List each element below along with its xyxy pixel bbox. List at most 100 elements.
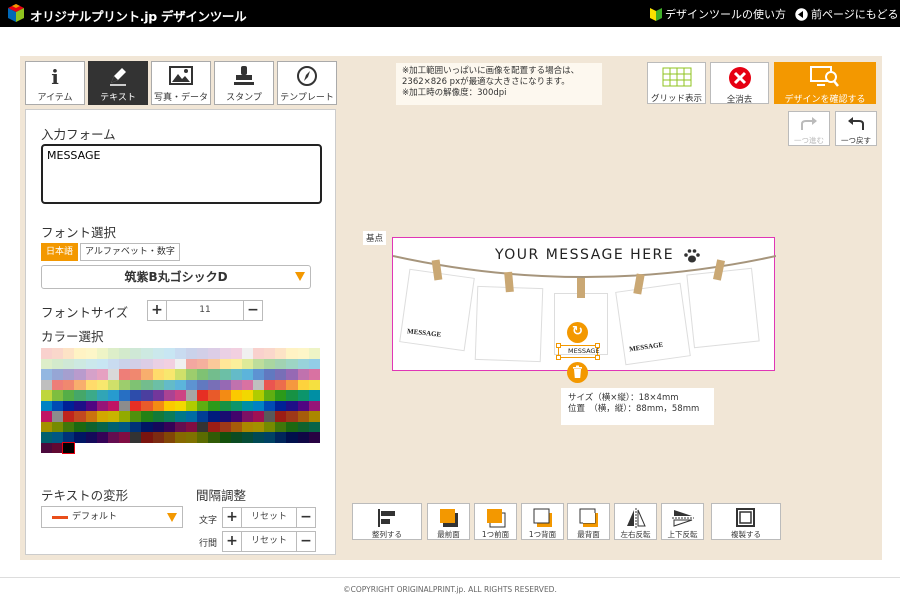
- color-swatch[interactable]: [63, 390, 75, 401]
- grid-toggle-button[interactable]: グリッド表示: [647, 62, 706, 104]
- color-swatch[interactable]: [107, 369, 120, 380]
- color-swatch[interactable]: [130, 411, 142, 422]
- color-swatch[interactable]: [152, 379, 164, 390]
- color-swatch[interactable]: [241, 432, 253, 443]
- color-swatch[interactable]: [208, 379, 220, 390]
- resize-handle[interactable]: [556, 343, 561, 348]
- color-swatch[interactable]: [41, 390, 53, 401]
- color-swatch[interactable]: [163, 421, 175, 432]
- color-swatch[interactable]: [197, 411, 209, 422]
- color-swatch[interactable]: [264, 348, 276, 359]
- color-swatch[interactable]: [130, 369, 142, 380]
- color-swatch[interactable]: [186, 400, 198, 411]
- flip-horizontal-button[interactable]: 左右反転: [614, 503, 657, 540]
- font-size-value[interactable]: 11: [167, 300, 243, 321]
- color-swatch[interactable]: [141, 390, 153, 401]
- color-swatch[interactable]: [219, 411, 231, 422]
- color-swatch[interactable]: [96, 400, 108, 411]
- color-swatch[interactable]: [96, 390, 108, 401]
- color-swatch[interactable]: [252, 421, 265, 432]
- color-swatch[interactable]: [230, 400, 242, 411]
- tab-stamp[interactable]: スタンプ: [214, 61, 274, 105]
- color-swatch[interactable]: [119, 348, 131, 359]
- color-swatch[interactable]: [286, 411, 298, 422]
- color-swatch[interactable]: [297, 390, 309, 401]
- color-swatch[interactable]: [219, 421, 231, 432]
- color-swatch[interactable]: [252, 390, 265, 401]
- color-swatch[interactable]: [308, 379, 320, 390]
- font-size-decrease-button[interactable]: −: [243, 300, 263, 321]
- color-swatch[interactable]: [130, 390, 142, 401]
- tab-photo-data[interactable]: 写真・データ: [151, 61, 211, 105]
- color-swatch[interactable]: [286, 432, 298, 443]
- color-swatch[interactable]: [96, 421, 108, 432]
- color-swatch[interactable]: [252, 369, 265, 380]
- color-swatch[interactable]: [264, 411, 276, 422]
- color-swatch[interactable]: [208, 432, 220, 443]
- color-swatch[interactable]: [107, 348, 120, 359]
- color-swatch[interactable]: [85, 390, 97, 401]
- color-swatch[interactable]: [52, 348, 64, 359]
- color-swatch[interactable]: [197, 432, 209, 443]
- color-swatch[interactable]: [52, 369, 64, 380]
- color-swatch[interactable]: [163, 432, 175, 443]
- color-swatch[interactable]: [152, 411, 164, 422]
- color-swatch[interactable]: [230, 379, 242, 390]
- color-swatch[interactable]: [308, 390, 320, 401]
- color-swatch[interactable]: [52, 379, 64, 390]
- color-swatch[interactable]: [230, 421, 242, 432]
- color-swatch[interactable]: [119, 400, 131, 411]
- color-swatch[interactable]: [297, 348, 309, 359]
- color-swatch[interactable]: [74, 379, 86, 390]
- color-swatch[interactable]: [119, 421, 131, 432]
- tab-item[interactable]: i アイテム: [25, 61, 85, 105]
- color-swatch[interactable]: [174, 379, 187, 390]
- color-swatch[interactable]: [41, 358, 53, 369]
- color-swatch[interactable]: [85, 379, 97, 390]
- align-button[interactable]: 整列する: [352, 503, 422, 540]
- color-swatch[interactable]: [186, 421, 198, 432]
- color-swatch[interactable]: [130, 400, 142, 411]
- color-swatch[interactable]: [63, 411, 75, 422]
- color-swatch[interactable]: [297, 432, 309, 443]
- color-swatch[interactable]: [286, 379, 298, 390]
- delete-handle[interactable]: [567, 362, 588, 383]
- char-spacing-increase-button[interactable]: +: [222, 507, 242, 528]
- color-palette[interactable]: [41, 348, 320, 474]
- color-swatch[interactable]: [286, 421, 298, 432]
- color-swatch[interactable]: [41, 432, 53, 443]
- color-swatch[interactable]: [52, 421, 64, 432]
- color-swatch[interactable]: [197, 348, 209, 359]
- color-swatch[interactable]: [264, 369, 276, 380]
- color-swatch[interactable]: [219, 400, 231, 411]
- resize-handle[interactable]: [556, 355, 561, 360]
- color-swatch[interactable]: [230, 390, 242, 401]
- brand-title[interactable]: オリジナルプリント.jp デザインツール: [30, 6, 247, 25]
- text-input[interactable]: [41, 144, 322, 204]
- color-swatch[interactable]: [74, 348, 86, 359]
- color-swatch[interactable]: [107, 379, 120, 390]
- color-swatch[interactable]: [186, 390, 198, 401]
- color-swatch[interactable]: [52, 411, 64, 422]
- resize-handle[interactable]: [595, 343, 600, 348]
- color-swatch[interactable]: [141, 421, 153, 432]
- color-swatch[interactable]: [174, 348, 187, 359]
- color-swatch[interactable]: [107, 390, 120, 401]
- color-swatch[interactable]: [163, 379, 175, 390]
- color-swatch[interactable]: [119, 379, 131, 390]
- color-swatch[interactable]: [230, 411, 242, 422]
- color-swatch[interactable]: [119, 369, 131, 380]
- color-swatch[interactable]: [286, 348, 298, 359]
- color-swatch[interactable]: [41, 369, 53, 380]
- color-swatch[interactable]: [141, 411, 153, 422]
- color-swatch[interactable]: [230, 348, 242, 359]
- color-swatch[interactable]: [174, 358, 187, 369]
- color-swatch[interactable]: [96, 432, 108, 443]
- color-swatch[interactable]: [275, 369, 287, 380]
- color-swatch[interactable]: [63, 369, 75, 380]
- color-swatch[interactable]: [141, 348, 153, 359]
- color-swatch[interactable]: [174, 390, 187, 401]
- color-swatch[interactable]: [41, 400, 53, 411]
- color-swatch[interactable]: [163, 348, 175, 359]
- color-swatch[interactable]: [41, 421, 53, 432]
